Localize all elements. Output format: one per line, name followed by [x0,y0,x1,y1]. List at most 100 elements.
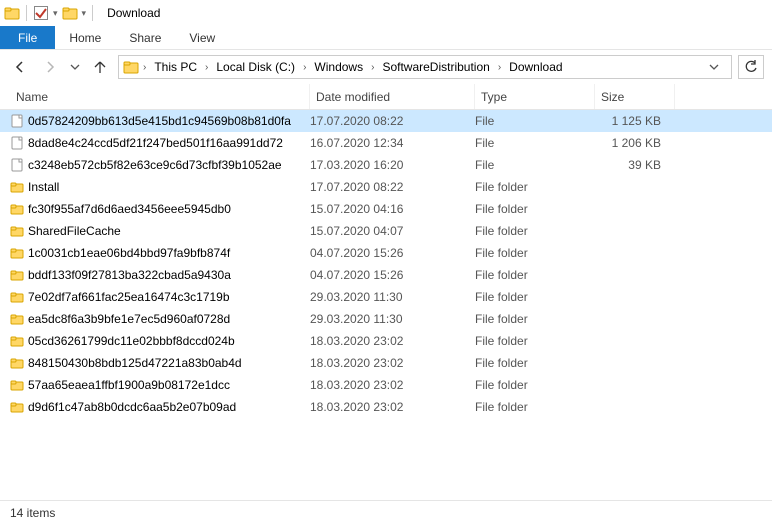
breadcrumb-download[interactable]: Download [505,60,566,74]
back-button[interactable] [8,55,32,79]
file-type: File folder [475,246,595,260]
file-type: File [475,136,595,150]
file-name: Install [28,180,310,194]
file-type: File folder [475,312,595,326]
file-name: 7e02df7af661fac25ea16474c3c1719b [28,290,310,304]
folder-open-icon[interactable] [62,5,78,21]
file-icon [10,136,28,150]
table-row[interactable]: 57aa65eaea1ffbf1900a9b08172e1dcc18.03.20… [0,374,772,396]
table-row[interactable]: Install17.07.2020 08:22File folder [0,176,772,198]
folder-icon [10,180,28,194]
breadcrumb-softwaredistribution[interactable]: SoftwareDistribution [378,60,493,74]
file-name: 57aa65eaea1ffbf1900a9b08172e1dcc [28,378,310,392]
file-name: 8dad8e4c24ccd5df21f247bed501f16aa991dd72 [28,136,310,150]
file-date: 18.03.2020 23:02 [310,356,475,370]
table-row[interactable]: 848150430b8bdb125d47221a83b0ab4d18.03.20… [0,352,772,374]
folder-icon [10,356,28,370]
file-name: 1c0031cb1eae06bd4bbd97fa9bfb874f [28,246,310,260]
file-name: fc30f955af7d6d6aed3456eee5945db0 [28,202,310,216]
folder-icon [10,312,28,326]
tab-view[interactable]: View [175,26,229,49]
file-type: File [475,158,595,172]
column-headers: Name Date modified Type Size [0,84,772,110]
chevron-right-icon[interactable]: › [301,62,308,73]
chevron-right-icon[interactable]: › [369,62,376,73]
file-name: 848150430b8bdb125d47221a83b0ab4d [28,356,310,370]
file-icon [10,158,28,172]
file-date: 18.03.2020 23:02 [310,400,475,414]
breadcrumb-windows[interactable]: Windows [310,60,367,74]
file-date: 04.07.2020 15:26 [310,268,475,282]
file-type: File folder [475,202,595,216]
titlebar: ▾ ▾ Download [0,0,772,26]
file-date: 29.03.2020 11:30 [310,312,475,326]
tab-home[interactable]: Home [55,26,115,49]
breadcrumb-local-disk[interactable]: Local Disk (C:) [212,60,299,74]
header-name[interactable]: Name [10,84,310,109]
file-date: 17.07.2020 08:22 [310,114,475,128]
file-name: d9d6f1c47ab8b0dcdc6aa5b2e07b09ad [28,400,310,414]
file-icon [10,114,28,128]
chevron-right-icon[interactable]: › [141,62,148,73]
table-row[interactable]: d9d6f1c47ab8b0dcdc6aa5b2e07b09ad18.03.20… [0,396,772,418]
folder-icon [10,224,28,238]
separator [92,5,93,21]
table-row[interactable]: c3248eb572cb5f82e63ce9c6d73cfbf39b1052ae… [0,154,772,176]
file-date: 18.03.2020 23:02 [310,334,475,348]
chevron-right-icon[interactable]: › [496,62,503,73]
file-date: 16.07.2020 12:34 [310,136,475,150]
file-type: File folder [475,334,595,348]
table-row[interactable]: 7e02df7af661fac25ea16474c3c1719b29.03.20… [0,286,772,308]
qat-dropdown-1[interactable]: ▾ [53,8,58,19]
tab-file[interactable]: File [0,26,55,49]
file-name: 0d57824209bb613d5e415bd1c94569b08b81d0fa [28,114,310,128]
table-row[interactable]: 8dad8e4c24ccd5df21f247bed501f16aa991dd72… [0,132,772,154]
recent-locations-button[interactable] [68,55,82,79]
file-date: 15.07.2020 04:07 [310,224,475,238]
file-date: 04.07.2020 15:26 [310,246,475,260]
file-date: 18.03.2020 23:02 [310,378,475,392]
folder-icon [10,378,28,392]
file-type: File [475,114,595,128]
folder-icon [10,246,28,260]
file-type: File folder [475,378,595,392]
table-row[interactable]: 05cd36261799dc11e02bbbf8dccd024b18.03.20… [0,330,772,352]
folder-icon [10,400,28,414]
header-type[interactable]: Type [475,84,595,109]
file-name: ea5dc8f6a3b9bfe1e7ec5d960af0728d [28,312,310,326]
file-size: 39 KB [595,158,675,172]
breadcrumb-this-pc[interactable]: This PC [150,60,201,74]
table-row[interactable]: ea5dc8f6a3b9bfe1e7ec5d960af0728d29.03.20… [0,308,772,330]
refresh-button[interactable] [738,55,764,79]
file-type: File folder [475,224,595,238]
table-row[interactable]: bddf133f09f27813ba322cbad5a9430a04.07.20… [0,264,772,286]
file-date: 17.07.2020 08:22 [310,180,475,194]
file-name: 05cd36261799dc11e02bbbf8dccd024b [28,334,310,348]
table-row[interactable]: 0d57824209bb613d5e415bd1c94569b08b81d0fa… [0,110,772,132]
file-date: 15.07.2020 04:16 [310,202,475,216]
address-bar[interactable]: › This PC › Local Disk (C:) › Windows › … [118,55,732,79]
chevron-right-icon[interactable]: › [203,62,210,73]
folder-icon [10,334,28,348]
address-dropdown[interactable] [709,62,727,72]
file-list: Name Date modified Type Size 0d57824209b… [0,84,772,500]
header-size[interactable]: Size [595,84,675,109]
table-row[interactable]: fc30f955af7d6d6aed3456eee5945db015.07.20… [0,198,772,220]
separator [26,5,27,21]
up-button[interactable] [88,55,112,79]
file-size: 1 206 KB [595,136,675,150]
folder-icon [4,5,20,21]
ribbon-tabs: File Home Share View [0,26,772,50]
tab-share[interactable]: Share [115,26,175,49]
forward-button[interactable] [38,55,62,79]
file-name: SharedFileCache [28,224,310,238]
navbar: › This PC › Local Disk (C:) › Windows › … [0,50,772,84]
header-date[interactable]: Date modified [310,84,475,109]
qat-dropdown-2[interactable]: ▾ [82,8,87,19]
check-icon[interactable] [33,5,49,21]
file-date: 17.03.2020 16:20 [310,158,475,172]
table-row[interactable]: 1c0031cb1eae06bd4bbd97fa9bfb874f04.07.20… [0,242,772,264]
table-row[interactable]: SharedFileCache15.07.2020 04:07File fold… [0,220,772,242]
file-date: 29.03.2020 11:30 [310,290,475,304]
folder-icon [10,268,28,282]
